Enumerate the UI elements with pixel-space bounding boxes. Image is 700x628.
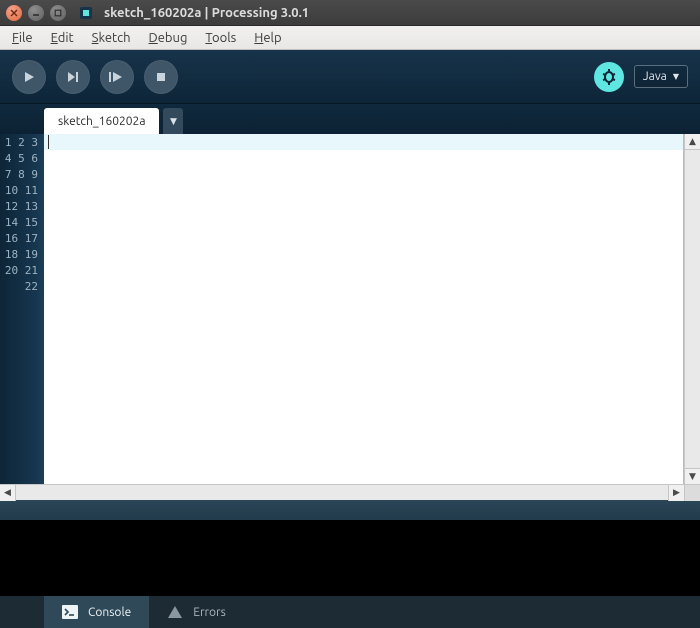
window-minimize-button[interactable] [28,5,44,21]
sketch-tab-active[interactable]: sketch_160202a [44,108,159,134]
vertical-scrollbar[interactable]: ▲ ▼ [684,134,700,484]
line-number-gutter: 1 2 3 4 5 6 7 8 9 10 11 12 13 14 15 16 1… [0,134,44,484]
menu-bar: File Edit Sketch Debug Tools Help [0,26,700,50]
step-button[interactable] [56,60,90,94]
code-editor[interactable] [44,134,683,484]
console-tab-label: Console [88,606,131,619]
chevron-down-icon: ▼ [673,72,679,81]
menu-file[interactable]: File [4,29,41,47]
window-titlebar: sketch_160202a | Processing 3.0.1 [0,0,700,26]
mode-selector-label: Java [643,70,667,83]
tab-menu-dropdown[interactable]: ▼ [163,108,183,134]
window-maximize-button[interactable] [50,5,66,21]
sketch-tab-row: sketch_160202a ▼ [0,104,700,134]
toolbar: Java ▼ [0,50,700,104]
console-tab[interactable]: Console [44,596,149,628]
editor-area: 1 2 3 4 5 6 7 8 9 10 11 12 13 14 15 16 1… [0,134,700,484]
menu-help[interactable]: Help [246,29,289,47]
mode-selector[interactable]: Java ▼ [634,65,688,88]
app-icon [78,5,94,21]
scroll-down-arrow[interactable]: ▼ [685,468,700,484]
bottom-tab-bar: Console Errors [0,596,700,628]
console-icon [62,605,78,619]
scrollbar-corner [684,485,700,501]
console-output[interactable] [0,520,700,596]
warning-icon [167,605,183,619]
scroll-right-arrow[interactable]: ▶ [668,485,684,501]
sketch-tab-label: sketch_160202a [58,115,145,128]
menu-tools[interactable]: Tools [197,29,244,47]
current-line-highlight [44,134,683,150]
present-button[interactable] [100,60,134,94]
horizontal-scrollbar[interactable]: ◀ ▶ [0,484,700,500]
status-bar [0,500,700,520]
text-caret [48,135,49,149]
menu-edit[interactable]: Edit [43,29,82,47]
errors-tab[interactable]: Errors [149,596,244,628]
scroll-up-arrow[interactable]: ▲ [685,134,700,150]
menu-debug[interactable]: Debug [141,29,196,47]
debug-icon-button[interactable] [594,62,624,92]
window-title: sketch_160202a | Processing 3.0.1 [104,6,309,20]
menu-sketch[interactable]: Sketch [84,29,139,47]
run-button[interactable] [12,60,46,94]
window-close-button[interactable] [6,5,22,21]
errors-tab-label: Errors [193,606,226,619]
scroll-left-arrow[interactable]: ◀ [0,485,16,501]
stop-button[interactable] [144,60,178,94]
